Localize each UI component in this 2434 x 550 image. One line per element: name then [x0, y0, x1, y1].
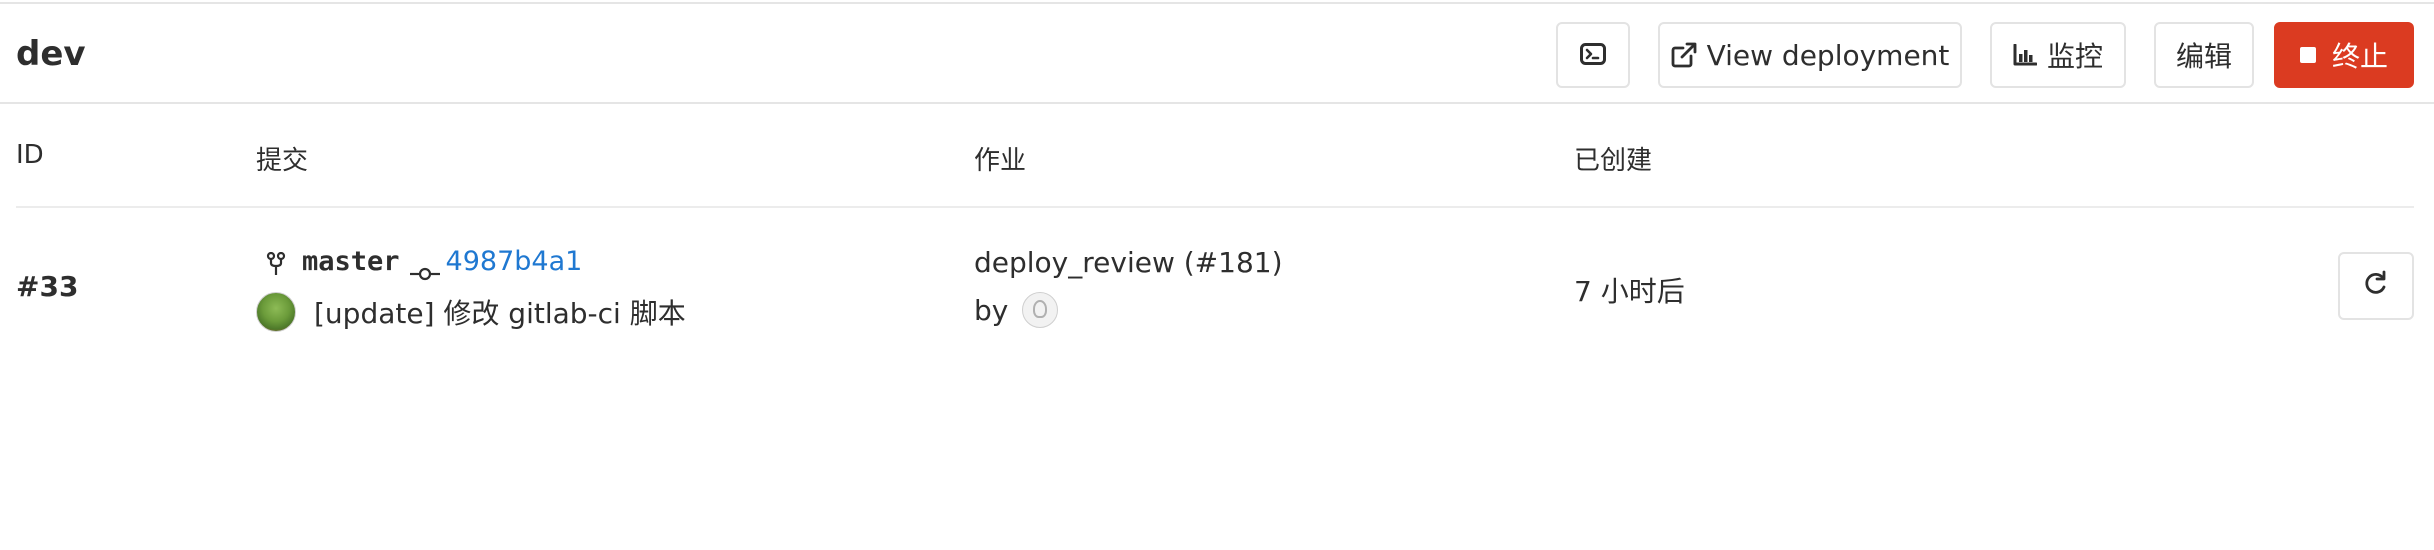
redeploy-button[interactable]	[2338, 252, 2414, 320]
branch-link[interactable]: master	[302, 246, 400, 277]
environment-page: dev View deployment 监控 编辑 终止 ID 提交 作业 已创…	[0, 0, 2434, 550]
column-header-id: ID	[16, 140, 44, 170]
table-row: #33 master 4987b4a1 [update] 修改 gitlab-c…	[16, 208, 2414, 368]
monitoring-label: 监控	[2046, 40, 2103, 73]
commit-title: [update] 修改 gitlab-ci 脚本	[256, 292, 686, 332]
job-triggerer: by	[974, 292, 1059, 328]
user-avatar[interactable]	[1022, 292, 1059, 328]
terminal-button[interactable]	[1556, 22, 1630, 88]
terminal-icon	[1580, 39, 1606, 72]
environment-title: dev	[16, 34, 86, 74]
deployment-id: #33	[16, 270, 79, 303]
deployments-table-header: ID 提交 作业 已创建	[16, 104, 2414, 208]
commit-message-link[interactable]: [update] 修改 gitlab-ci 脚本	[314, 292, 686, 332]
commit-sha-link[interactable]: 4987b4a1	[446, 246, 583, 277]
stop-button[interactable]: 终止	[2274, 22, 2414, 88]
commit-ref: master 4987b4a1	[266, 246, 583, 280]
stop-icon	[2299, 47, 2316, 63]
external-link-icon	[1671, 42, 1697, 68]
stop-label: 终止	[2331, 40, 2388, 73]
by-label: by	[974, 293, 1009, 327]
edit-label: 编辑	[2175, 40, 2232, 73]
column-header-commit: 提交	[256, 146, 309, 176]
branch-icon	[266, 250, 286, 275]
created-time: 7 小时后	[1574, 275, 1685, 308]
column-header-job: 作业	[974, 146, 1027, 176]
edit-button[interactable]: 编辑	[2154, 22, 2254, 88]
redeploy-icon	[2363, 270, 2389, 303]
view-deployment-button[interactable]: View deployment	[1658, 22, 1962, 88]
environment-header: dev View deployment 监控 编辑 终止	[0, 4, 2434, 104]
commit-icon	[409, 255, 440, 280]
column-header-created: 已创建	[1574, 146, 1653, 176]
view-deployment-label: View deployment	[1706, 38, 1950, 72]
chart-icon	[2013, 44, 2037, 66]
job-link[interactable]: deploy_review (#181)	[974, 246, 1283, 279]
monitoring-button[interactable]: 监控	[1990, 22, 2126, 88]
author-avatar[interactable]	[256, 292, 296, 332]
